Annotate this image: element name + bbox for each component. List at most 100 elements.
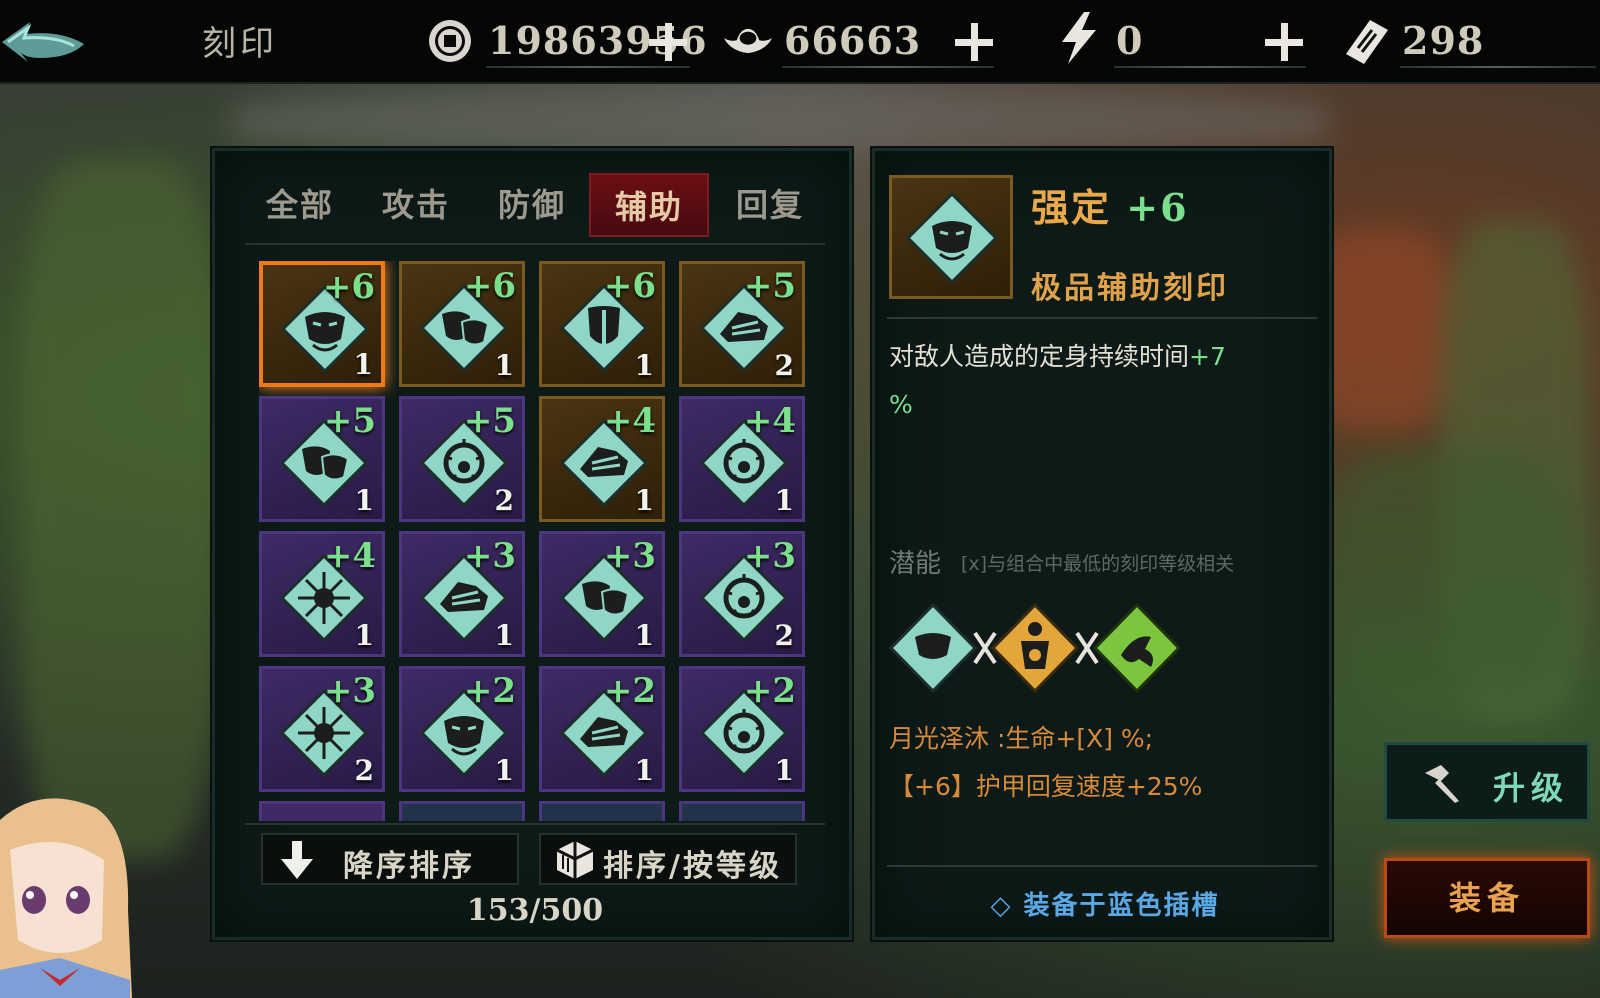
bonus-line-2: 【+6】护甲回复速度+25%	[889, 772, 1203, 801]
slot-level: +2	[463, 671, 516, 711]
slot-level: +3	[323, 671, 376, 711]
sort-order-label: 降序排序	[343, 849, 475, 884]
inscription-slot[interactable]: +5 1	[259, 396, 385, 522]
inscription-slot[interactable]: +3 1	[399, 531, 525, 657]
lightning-energy-icon	[1062, 12, 1096, 64]
category-tabs: 全部 攻击 防御 辅助 回复	[245, 173, 825, 237]
add-silver-button[interactable]	[952, 20, 996, 64]
slot-count: 1	[774, 484, 794, 517]
tab-recovery[interactable]: 回复	[715, 173, 825, 237]
slot-level: +5	[323, 401, 376, 441]
upgrade-button[interactable]: 升级	[1384, 742, 1590, 822]
ticket-icon	[1346, 20, 1388, 64]
top-bar: 刻印 19863956 66663 0 298	[0, 0, 1600, 84]
back-arrow-icon	[2, 22, 84, 62]
currency-value: 298	[1402, 18, 1485, 63]
sort-by-label: 排序/按等级	[603, 849, 782, 884]
streamer-avatar	[0, 798, 132, 998]
hammer-icon	[1425, 765, 1459, 803]
upgrade-label: 升级	[1493, 769, 1570, 807]
slot-count: 2	[494, 484, 514, 517]
inscription-list-panel: 全部 攻击 防御 辅助 回复 +6 1 +6 1 +6 1 +5 2 +5 1 +5 2 +4 1 +4 1 +…	[212, 148, 852, 940]
mask-icon	[906, 192, 998, 284]
slot-count: 1	[494, 349, 514, 382]
slot-level: +5	[463, 401, 516, 441]
slot-level: +2	[603, 671, 656, 711]
tab-support[interactable]: 辅助	[589, 173, 709, 237]
inscription-slot-partial[interactable]	[259, 801, 385, 821]
inscription-name: 强定 +6	[1031, 177, 1189, 232]
slot-count: 1	[354, 484, 374, 517]
inscription-slot[interactable]: +6 1	[399, 261, 525, 387]
inscription-slot[interactable]: +3 1	[539, 531, 665, 657]
inscription-slot[interactable]: +6 1	[259, 261, 385, 387]
inscription-slot[interactable]: +5 2	[399, 396, 525, 522]
slot-level: +4	[603, 401, 656, 441]
slot-level: +5	[743, 266, 796, 306]
add-copper-button[interactable]	[646, 20, 690, 64]
slot-count: 2	[354, 754, 374, 787]
cube-icon	[556, 841, 594, 879]
slot-level: +2	[743, 671, 796, 711]
bonus-line-1: 月光泽沐 :生命+[X] %;	[889, 724, 1154, 753]
inscription-slot[interactable]: +2 1	[679, 666, 805, 792]
potential-label: 潜能	[889, 549, 942, 579]
human-figure-icon	[990, 603, 1080, 693]
inscription-slot[interactable]: +4 1	[539, 396, 665, 522]
inscription-slot-partial[interactable]	[679, 801, 805, 821]
potential-note: [x]与组合中最低的刻印等级相关	[961, 553, 1235, 575]
currency-value: 66663	[784, 18, 922, 63]
inscription-slot[interactable]: +3 2	[679, 531, 805, 657]
inscription-slot-partial[interactable]	[539, 801, 665, 821]
inscription-grid: +6 1 +6 1 +6 1 +5 2 +5 1 +5 2 +4 1 +4 1 +4 1 +3 1 +3 1 +3 2 +3 2 +…	[259, 261, 819, 821]
inscription-slot[interactable]: +5 2	[679, 261, 805, 387]
inventory-count: 153/500	[466, 893, 604, 928]
equip-slot-hint: ◇ 装备于蓝色插槽	[990, 891, 1220, 921]
inscription-slot[interactable]: +6 1	[539, 261, 665, 387]
currency-value: 0	[1116, 18, 1144, 63]
inscription-slot[interactable]: +2 1	[539, 666, 665, 792]
slot-count: 1	[353, 348, 373, 381]
tab-all[interactable]: 全部	[245, 173, 355, 237]
inscription-name-text: 强定	[1031, 185, 1112, 230]
tab-defense[interactable]: 防御	[477, 173, 587, 237]
slot-level: +4	[743, 401, 796, 441]
slot-level: +6	[463, 266, 516, 306]
slot-count: 1	[494, 754, 514, 787]
slot-count: 1	[634, 619, 654, 652]
inscription-slot-partial[interactable]	[399, 801, 525, 821]
slot-count: 2	[774, 349, 794, 382]
dancer-icon	[1092, 603, 1182, 693]
slot-level: +3	[603, 536, 656, 576]
slot-count: 2	[774, 619, 794, 652]
mask-icon	[889, 603, 978, 693]
add-energy-button[interactable]	[1262, 20, 1306, 64]
slot-count: 1	[354, 619, 374, 652]
desc-unit: %	[889, 390, 913, 419]
sort-order-button[interactable]: 降序排序	[261, 833, 519, 885]
sort-by-button[interactable]: 排序/按等级	[539, 833, 797, 885]
tab-attack[interactable]: 攻击	[361, 173, 471, 237]
inscription-grade: 极品辅助刻印	[1031, 271, 1229, 306]
desc-text: 对敌人造成的定身持续时间	[889, 342, 1190, 371]
detail-inscription-icon	[889, 175, 1013, 299]
currency-ticket: 298	[1340, 10, 1596, 72]
back-button[interactable]	[0, 14, 90, 70]
slot-level: +4	[323, 536, 376, 576]
slot-level: +3	[743, 536, 796, 576]
inscription-slot[interactable]: +4 1	[259, 531, 385, 657]
slot-count: 1	[634, 349, 654, 382]
slot-count: 1	[774, 754, 794, 787]
desc-value: +7	[1189, 342, 1226, 371]
page-title: 刻印	[202, 24, 278, 64]
equip-button[interactable]: 装备	[1384, 858, 1590, 938]
slot-level: +6	[603, 266, 656, 306]
slot-count: 1	[494, 619, 514, 652]
silver-ingot-icon	[723, 28, 773, 54]
combo-icons	[889, 603, 1182, 693]
inscription-slot[interactable]: +3 2	[259, 666, 385, 792]
inscription-slot[interactable]: +4 1	[679, 396, 805, 522]
inscription-slot[interactable]: +2 1	[399, 666, 525, 792]
inscription-level: +6	[1126, 185, 1189, 230]
copper-coin-icon	[429, 20, 471, 62]
